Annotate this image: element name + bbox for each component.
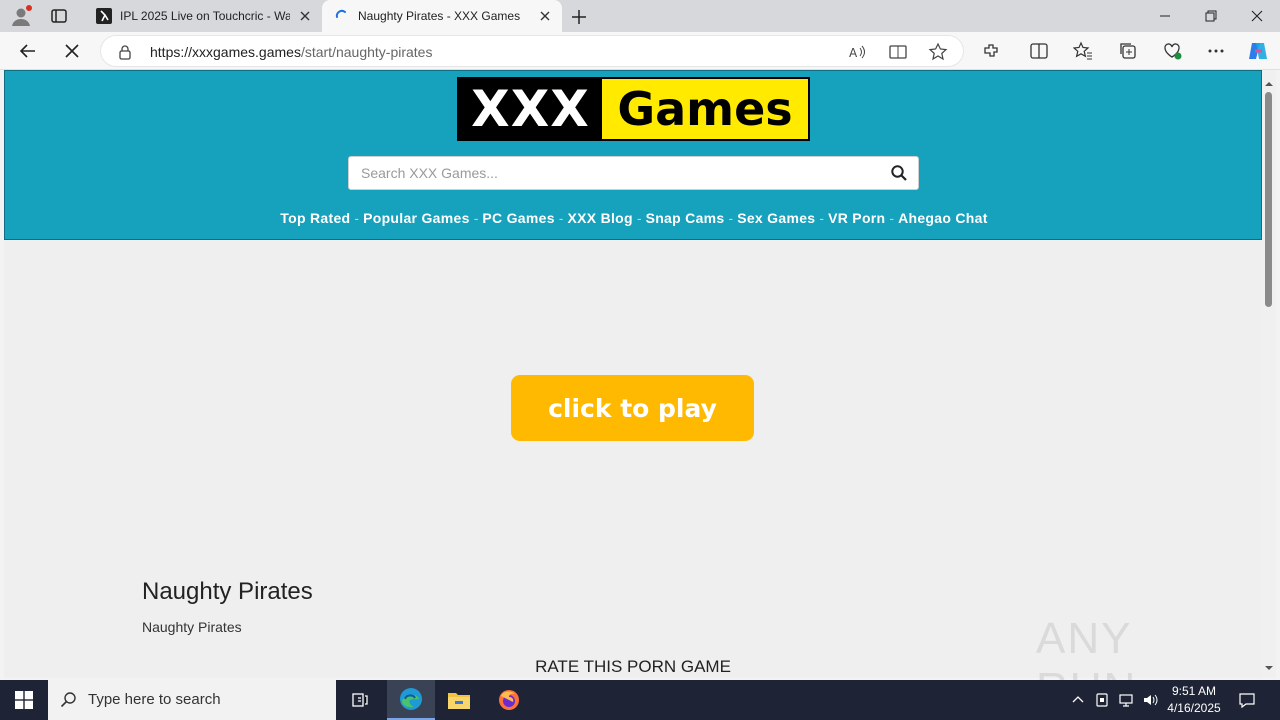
site-search-box	[348, 156, 919, 190]
notification-center-icon[interactable]	[1237, 690, 1257, 710]
game-title: Naughty Pirates	[142, 578, 313, 605]
loading-spinner-icon	[334, 8, 350, 24]
close-window-icon[interactable]	[1234, 0, 1280, 32]
nav-separator: -	[728, 210, 734, 226]
nav-ahegao-chat[interactable]: Ahegao Chat	[898, 210, 988, 226]
close-tab-icon[interactable]	[538, 9, 552, 23]
nav-separator: -	[473, 210, 479, 226]
logo-part1: XXX	[471, 80, 590, 138]
clock-time: 9:51 AM	[1171, 684, 1217, 698]
copilot-icon[interactable]	[1246, 39, 1270, 63]
nav-sex-games[interactable]: Sex Games	[737, 210, 815, 226]
clock-date: 4/16/2025	[1167, 701, 1221, 715]
nav-separator: -	[636, 210, 642, 226]
nav-top-rated[interactable]: Top Rated	[280, 210, 350, 226]
taskbar-search-box[interactable]: Type here to search	[48, 680, 336, 720]
tab-label: IPL 2025 Live on Touchcric - Watc	[120, 9, 290, 23]
windows-taskbar: Type here to search 9:51 AM 4/16/2025	[0, 680, 1280, 720]
minimize-icon[interactable]	[1142, 0, 1188, 32]
scrollbar-thumb[interactable]	[1265, 92, 1272, 307]
logo-part2: Games	[602, 79, 808, 139]
tab-label: Naughty Pirates - XXX Games	[358, 9, 521, 23]
game-subtitle: Naughty Pirates	[142, 619, 242, 635]
main-nav: Top Rated - Popular Games - PC Games - XXX Blo…	[5, 210, 1262, 226]
favorites-icon[interactable]	[1073, 41, 1093, 61]
tab-actions-icon[interactable]	[50, 7, 68, 25]
network-icon[interactable]	[1116, 690, 1136, 710]
nav-xxx-blog[interactable]: XXX Blog	[567, 210, 632, 226]
url-text[interactable]: https://xxxgames.games/start/naughty-pir…	[150, 44, 432, 60]
nav-popular-games[interactable]: Popular Games	[363, 210, 470, 226]
nav-snap-cams[interactable]: Snap Cams	[646, 210, 725, 226]
nav-vr-porn[interactable]: VR Porn	[828, 210, 885, 226]
split-screen-icon[interactable]	[1029, 41, 1049, 61]
firefox-icon[interactable]	[485, 680, 533, 720]
stop-loading-icon[interactable]	[62, 41, 82, 61]
nav-separator: -	[819, 210, 825, 226]
tab-naughty-pirates[interactable]: Naughty Pirates - XXX Games	[322, 0, 562, 32]
svg-text:A: A	[849, 46, 858, 60]
profile-avatar-icon[interactable]	[10, 5, 32, 27]
restore-icon[interactable]	[1188, 0, 1234, 32]
taskbar-search-placeholder: Type here to search	[88, 691, 221, 708]
nav-pc-games[interactable]: PC Games	[482, 210, 554, 226]
search-icon	[60, 691, 78, 709]
nav-separator: -	[354, 210, 360, 226]
anyrun-watermark: ANY RUN	[1036, 610, 1236, 713]
search-icon[interactable]	[890, 164, 908, 182]
browser-tabstrip: IPL 2025 Live on Touchcric - Watc Naught…	[0, 0, 1280, 32]
device-tray-icon[interactable]	[1092, 690, 1112, 710]
extensions-icon[interactable]	[981, 41, 1001, 61]
click-to-play-button[interactable]: click to play	[511, 375, 754, 441]
new-tab-plus-icon[interactable]	[568, 6, 590, 28]
file-explorer-icon[interactable]	[435, 680, 483, 720]
read-aloud-icon[interactable]: A	[848, 42, 868, 62]
back-arrow-icon[interactable]	[18, 41, 38, 61]
scroll-down-arrow-icon[interactable]	[1264, 658, 1274, 670]
taskbar-clock[interactable]: 9:51 AM 4/16/2025	[1166, 683, 1222, 717]
edge-taskbar-icon[interactable]	[387, 680, 435, 720]
close-tab-icon[interactable]	[298, 9, 312, 23]
more-options-icon[interactable]	[1206, 41, 1226, 61]
show-hidden-icons-chevron-icon[interactable]	[1068, 690, 1088, 710]
page-scrollbar[interactable]	[1262, 70, 1276, 678]
tab-ipl[interactable]: IPL 2025 Live on Touchcric - Watc	[84, 0, 322, 32]
site-logo[interactable]: XXX Games	[457, 77, 810, 141]
browser-toolbar: https://xxxgames.games/start/naughty-pir…	[0, 32, 1280, 70]
favorite-star-icon[interactable]	[928, 42, 948, 62]
task-view-icon[interactable]	[336, 680, 384, 720]
browser-essentials-icon[interactable]	[1162, 41, 1182, 61]
lock-icon[interactable]	[117, 44, 133, 60]
collections-icon[interactable]	[1118, 41, 1138, 61]
immersive-reader-icon[interactable]	[888, 42, 908, 62]
site-header: XXX Games Top Rated-Popular Games-PC Gam…	[4, 70, 1262, 240]
windows-start-icon[interactable]	[0, 680, 48, 720]
page-viewport: XXX Games Top Rated-Popular Games-PC Gam…	[4, 70, 1262, 678]
volume-icon[interactable]	[1140, 690, 1160, 710]
address-bar[interactable]: https://xxxgames.games/start/naughty-pir…	[100, 35, 964, 67]
nav-separator: -	[558, 210, 564, 226]
site-search-input[interactable]	[349, 157, 869, 189]
touchcric-favicon-icon	[96, 8, 112, 24]
nav-separator: -	[889, 210, 895, 226]
scroll-up-arrow-icon[interactable]	[1264, 74, 1274, 86]
